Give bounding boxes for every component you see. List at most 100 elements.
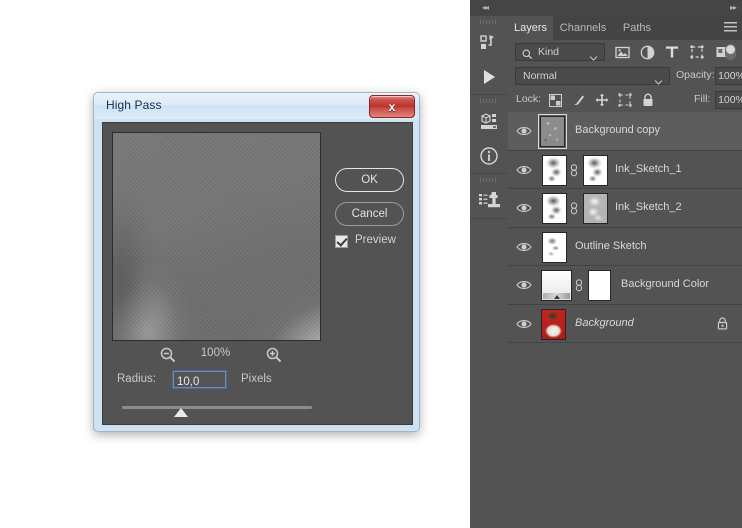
dialog-title: High Pass (106, 98, 162, 112)
radius-label: Radius: (117, 373, 156, 385)
blend-mode-value: Normal (523, 70, 557, 82)
preview-grain-overlay (113, 133, 320, 340)
layers-list: Background copy Ink_Sketch_1 Ink_Sketch_… (508, 112, 742, 528)
checkbox-checked-icon (335, 235, 348, 248)
radius-slider-thumb[interactable] (174, 408, 188, 417)
filter-kind-label: Kind (538, 46, 560, 58)
3d-panel-icon[interactable] (470, 105, 508, 139)
mask-link-icon[interactable] (570, 202, 578, 215)
lock-all-icon[interactable] (638, 91, 657, 109)
collapse-to-icons-icon[interactable]: ◂◂ (482, 3, 489, 12)
photoshop-screen: High Pass x 100% Radius: 10,0 Pixels OK … (0, 0, 742, 528)
rail-group-actions (470, 16, 508, 95)
layer-name: Ink_Sketch_1 (615, 162, 682, 175)
tab-layers[interactable]: Layers (508, 16, 553, 40)
ok-button[interactable]: OK (335, 168, 404, 192)
filter-type-layers-icon[interactable] (662, 43, 682, 61)
expand-panels-icon[interactable]: ▸▸ (730, 3, 737, 12)
filter-kind-select[interactable]: Kind (515, 43, 605, 61)
rail-group-3d-info (470, 95, 508, 174)
panel-menu-icon[interactable] (724, 22, 737, 33)
layer-visibility-icon[interactable] (516, 124, 532, 138)
radius-slider-track[interactable] (122, 406, 312, 409)
close-button[interactable]: x (369, 95, 415, 118)
layer-thumbnail[interactable] (541, 270, 572, 301)
table-row[interactable]: Ink_Sketch_2 (508, 189, 742, 228)
drag-grip-icon[interactable] (480, 178, 498, 182)
fill-input[interactable]: 100% (715, 91, 742, 109)
table-row[interactable]: Background (508, 305, 742, 343)
opacity-value: 100% (718, 70, 742, 82)
layer-name: Background copy (575, 124, 660, 136)
table-row[interactable]: Ink_Sketch_1 (508, 151, 742, 189)
lock-position-icon[interactable] (592, 91, 611, 109)
clone-source-panel-icon[interactable] (470, 184, 508, 218)
radius-units-label: Pixels (241, 373, 272, 385)
table-row[interactable]: Outline Sketch (508, 228, 742, 266)
layer-thumbnail[interactable] (541, 308, 566, 340)
layer-name: Ink_Sketch_2 (615, 201, 682, 213)
play-action-icon[interactable] (470, 60, 508, 94)
radius-input-field[interactable] (174, 374, 225, 390)
actions-panel-icon[interactable] (470, 26, 508, 60)
preview-checkbox-label: Preview (355, 234, 396, 246)
layer-thumbnail[interactable] (542, 231, 567, 263)
layer-filter-bar: Kind (508, 40, 742, 64)
radius-input[interactable] (173, 371, 226, 390)
blend-mode-select[interactable]: Normal (515, 67, 670, 85)
layer-thumbnail[interactable] (538, 114, 567, 149)
preview-checkbox[interactable]: Preview (335, 234, 415, 251)
lock-bar: Lock: Fill: 100 (508, 88, 742, 112)
filter-preview[interactable] (112, 132, 321, 341)
layer-mask-thumbnail[interactable] (588, 270, 611, 301)
lock-label: Lock: (516, 93, 542, 105)
layer-name: Background Color (621, 278, 710, 290)
drag-grip-icon[interactable] (480, 20, 498, 24)
layer-thumbnail[interactable] (542, 154, 567, 186)
filter-enable-toggle[interactable] (725, 44, 736, 60)
info-panel-icon[interactable] (470, 139, 508, 173)
layer-visibility-icon[interactable] (516, 317, 532, 331)
tab-paths[interactable]: Paths (613, 16, 661, 40)
table-row[interactable]: Background Color (508, 266, 742, 305)
layer-thumbnail[interactable] (542, 193, 567, 224)
layer-visibility-icon[interactable] (516, 278, 532, 292)
layer-mask-thumbnail[interactable] (583, 154, 608, 186)
search-icon (522, 47, 533, 65)
layer-visibility-icon[interactable] (516, 163, 532, 177)
table-row[interactable]: Background copy (508, 112, 742, 151)
mask-link-icon[interactable] (570, 163, 578, 177)
layer-visibility-icon[interactable] (516, 201, 532, 215)
filter-pixel-layers-icon[interactable] (612, 43, 632, 61)
blend-mode-bar: Normal Opacity: 100% (508, 64, 742, 88)
mask-link-icon[interactable] (575, 279, 583, 292)
layer-name: Background (575, 316, 634, 329)
panel-tabbar: Layers Channels Paths (508, 16, 742, 40)
drag-grip-icon[interactable] (480, 99, 498, 103)
filter-shape-layers-icon[interactable] (687, 43, 707, 61)
lock-image-pixels-icon[interactable] (569, 91, 588, 109)
layer-visibility-icon[interactable] (516, 240, 532, 254)
dialog-titlebar: High Pass x (94, 93, 419, 119)
high-pass-dialog: High Pass x 100% Radius: 10,0 Pixels OK … (93, 92, 420, 432)
dialog-body: 100% Radius: Pixels (102, 122, 413, 425)
lock-transparent-pixels-icon[interactable] (546, 91, 565, 109)
tab-channels[interactable]: Channels (553, 16, 613, 40)
radius-row: Radius: Pixels (117, 371, 407, 391)
cancel-button[interactable]: Cancel (335, 202, 404, 226)
layer-mask-thumbnail[interactable] (583, 193, 608, 224)
opacity-label: Opacity: (676, 69, 715, 81)
preview-zoom-controls: 100% (112, 345, 319, 365)
lock-artboard-nesting-icon[interactable] (615, 91, 634, 109)
filter-adjustment-layers-icon[interactable] (637, 43, 657, 61)
layer-locked-icon (717, 316, 728, 335)
panel-dock: ◂◂ ▸▸ Layers Channels Paths Kind Normal … (470, 0, 742, 528)
panel-icon-rail (470, 16, 509, 528)
layers-panel: Layers Channels Paths Kind Normal Opacit… (508, 16, 742, 528)
zoom-in-icon[interactable] (264, 345, 284, 365)
fill-label: Fill: (694, 93, 711, 105)
fill-value: 100% (718, 94, 742, 106)
opacity-input[interactable]: 100% (715, 67, 742, 85)
zoom-level: 100% (200, 347, 231, 359)
rail-group-clone-source (470, 174, 508, 219)
